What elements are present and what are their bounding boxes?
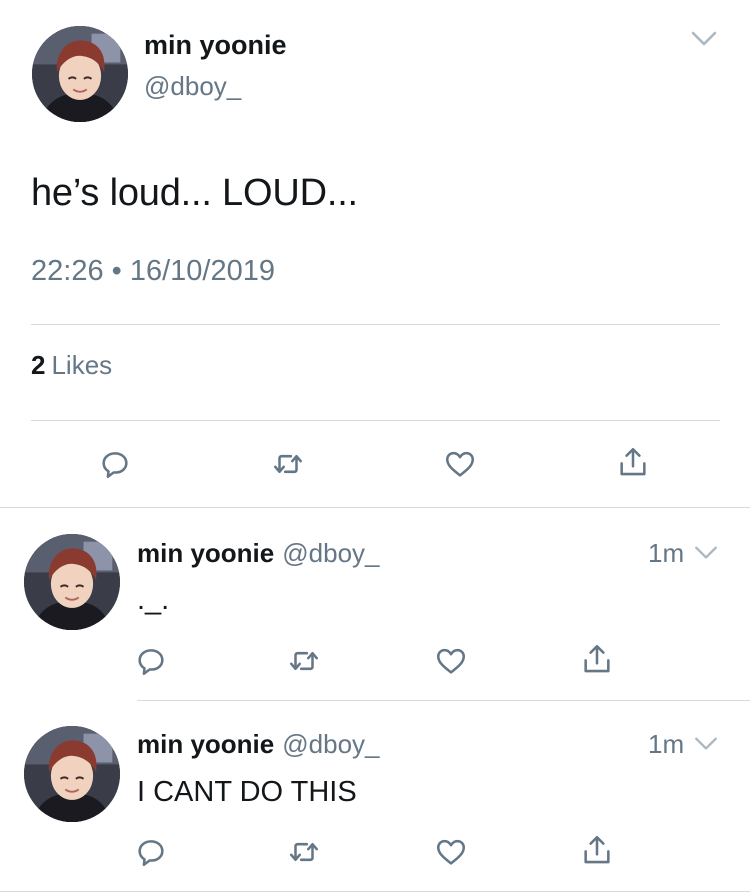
reply-tweet[interactable]: min yoonie @dboy_ 1m I CANT DO THIS — [0, 701, 750, 891]
chevron-down-icon[interactable] — [693, 545, 719, 561]
reply-icon[interactable] — [134, 835, 168, 869]
display-name[interactable]: min yoonie — [137, 538, 274, 568]
reply-icon[interactable] — [98, 447, 132, 481]
like-icon[interactable] — [443, 447, 477, 481]
avatar[interactable] — [24, 726, 120, 822]
likes-summary[interactable]: 2 Likes — [31, 350, 112, 381]
share-icon[interactable] — [616, 445, 650, 479]
chevron-down-icon[interactable] — [690, 30, 718, 48]
reply-time[interactable]: 1m — [648, 729, 684, 760]
tweet-timestamp[interactable]: 22:26 • 16/10/2019 — [31, 255, 275, 288]
divider — [0, 891, 750, 892]
user-handle[interactable]: @dboy_ — [282, 538, 379, 568]
user-handle[interactable]: @dboy_ — [282, 729, 379, 759]
reply-text: ._. — [137, 584, 170, 616]
reply-tweet[interactable]: min yoonie @dboy_ 1m ._. — [0, 508, 750, 700]
reply-header: min yoonie @dboy_ — [137, 729, 379, 760]
chevron-down-icon[interactable] — [693, 736, 719, 752]
reply-header: min yoonie @dboy_ — [137, 538, 379, 569]
like-icon[interactable] — [434, 644, 468, 678]
reply-icon[interactable] — [134, 644, 168, 678]
reply-text: I CANT DO THIS — [137, 776, 357, 808]
user-handle[interactable]: @dboy_ — [144, 71, 241, 102]
like-icon[interactable] — [434, 835, 468, 869]
retweet-icon[interactable] — [287, 644, 321, 678]
main-tweet: min yoonie @dboy_ he’s loud... LOUD... 2… — [0, 0, 750, 507]
share-icon[interactable] — [580, 833, 614, 867]
avatar[interactable] — [24, 534, 120, 630]
retweet-icon[interactable] — [287, 835, 321, 869]
divider — [31, 420, 720, 421]
avatar[interactable] — [32, 26, 128, 122]
reply-time[interactable]: 1m — [648, 538, 684, 569]
likes-count: 2 — [31, 350, 46, 380]
likes-label: Likes — [51, 350, 113, 380]
tweet-text: he’s loud... LOUD... — [31, 172, 358, 214]
display-name[interactable]: min yoonie — [137, 729, 274, 759]
display-name[interactable]: min yoonie — [144, 30, 287, 61]
divider — [31, 324, 720, 325]
share-icon[interactable] — [580, 642, 614, 676]
retweet-icon[interactable] — [271, 447, 305, 481]
